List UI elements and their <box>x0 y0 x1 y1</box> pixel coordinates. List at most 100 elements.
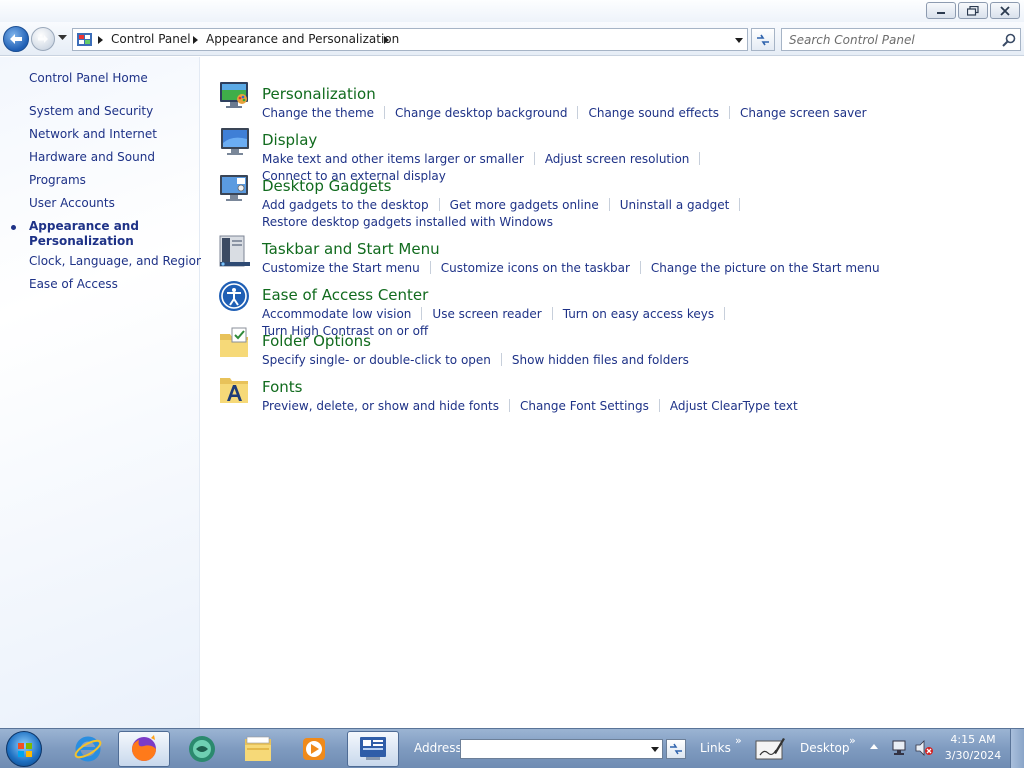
taskbar-address-go-button[interactable] <box>666 739 686 759</box>
navigation-bar: Control Panel Appearance and Personaliza… <box>0 22 1024 56</box>
show-hidden-files-link[interactable]: Show hidden files and folders <box>512 353 689 367</box>
address-bar[interactable]: Control Panel Appearance and Personaliza… <box>72 28 748 51</box>
change-desktop-background-link[interactable]: Change desktop background <box>395 106 567 120</box>
sidebar-item-programs[interactable]: Programs <box>29 173 86 187</box>
make-text-larger-link[interactable]: Make text and other items larger or smal… <box>262 152 524 166</box>
taskbar-internet-explorer[interactable] <box>62 731 114 767</box>
search-input[interactable] <box>782 29 996 50</box>
change-start-menu-picture-link[interactable]: Change the picture on the Start menu <box>651 261 880 275</box>
taskbar-control-panel[interactable] <box>347 731 399 767</box>
ease-of-access-icon[interactable] <box>218 280 252 314</box>
taskbar-media-player[interactable] <box>288 731 340 767</box>
desktop-gadgets-icon[interactable] <box>218 171 252 205</box>
change-font-settings-link[interactable]: Change Font Settings <box>520 399 649 413</box>
sidebar-item-network-internet[interactable]: Network and Internet <box>29 127 157 141</box>
restore-icon <box>967 5 979 16</box>
start-button[interactable] <box>6 731 42 767</box>
turn-on-easy-access-keys-link[interactable]: Turn on easy access keys <box>563 307 714 321</box>
sidebar-item-system-security[interactable]: System and Security <box>29 104 153 118</box>
breadcrumb-control-panel[interactable]: Control Panel <box>111 32 191 46</box>
taskbar-links-toolbar[interactable]: Links <box>700 741 731 755</box>
restore-gadgets-link[interactable]: Restore desktop gadgets installed with W… <box>262 215 553 229</box>
restore-button[interactable] <box>958 2 988 19</box>
sidebar-item-clock-language-region[interactable]: Clock, Language, and Region <box>29 254 204 268</box>
personalization-icon[interactable] <box>218 79 252 113</box>
change-sound-effects-link[interactable]: Change sound effects <box>588 106 719 120</box>
display-icon[interactable] <box>218 125 252 159</box>
customize-start-menu-link[interactable]: Customize the Start menu <box>262 261 420 275</box>
taskbar-icon[interactable] <box>218 234 252 268</box>
change-theme-link[interactable]: Change the theme <box>262 106 374 120</box>
fonts-links: Preview, delete, or show and hide fonts C… <box>262 398 882 415</box>
ease-of-access-title[interactable]: Ease of Access Center <box>262 286 428 304</box>
search-icon[interactable] <box>1002 33 1016 47</box>
taskbar-firefox[interactable] <box>118 731 170 767</box>
recent-pages-chevron-icon[interactable] <box>58 35 67 41</box>
taskbar-address-box[interactable] <box>460 739 663 759</box>
breadcrumb-separator-icon[interactable] <box>384 36 389 44</box>
adjust-cleartype-link[interactable]: Adjust ClearType text <box>670 399 798 413</box>
refresh-icon <box>757 34 769 45</box>
customize-taskbar-icons-link[interactable]: Customize icons on the taskbar <box>441 261 630 275</box>
change-screen-saver-link[interactable]: Change screen saver <box>740 106 867 120</box>
get-more-gadgets-link[interactable]: Get more gadgets online <box>450 198 599 212</box>
fonts-title[interactable]: Fonts <box>262 378 302 396</box>
address-dropdown-icon[interactable] <box>735 38 743 43</box>
forward-button[interactable] <box>31 27 55 51</box>
breadcrumb-appearance-personalization[interactable]: Appearance and Personalization <box>206 32 399 46</box>
desktop-gadgets-title[interactable]: Desktop Gadgets <box>262 177 391 195</box>
add-gadgets-link[interactable]: Add gadgets to the desktop <box>262 198 429 212</box>
back-button[interactable] <box>3 26 29 52</box>
sidebar-item-user-accounts[interactable]: User Accounts <box>29 196 115 210</box>
taskbar-address-input[interactable] <box>461 740 647 758</box>
links-chevron-icon[interactable]: » <box>735 734 742 747</box>
taskbar: Address Links » Desktop » 4:15 AM 3/30/2… <box>0 728 1024 768</box>
uninstall-gadget-link[interactable]: Uninstall a gadget <box>620 198 730 212</box>
desktop-chevron-icon[interactable]: » <box>849 734 856 747</box>
taskbar-address-dropdown-icon[interactable] <box>651 747 659 752</box>
personalization-title[interactable]: Personalization <box>262 85 376 103</box>
breadcrumb-separator-icon[interactable] <box>193 36 198 44</box>
link-separator <box>658 399 660 412</box>
adjust-screen-resolution-link[interactable]: Adjust screen resolution <box>545 152 690 166</box>
window-titlebar <box>0 0 1024 22</box>
link-separator <box>699 152 701 165</box>
sidebar-item-ease-of-access[interactable]: Ease of Access <box>29 277 118 291</box>
control-panel-icon <box>77 33 92 46</box>
single-double-click-link[interactable]: Specify single- or double-click to open <box>262 353 491 367</box>
messenger-icon <box>189 736 215 762</box>
taskbar-address-label: Address <box>414 741 462 755</box>
folder-options-icon[interactable] <box>218 326 252 360</box>
taskbar-messenger[interactable] <box>176 731 228 767</box>
link-separator <box>577 106 579 119</box>
taskbar-start-menu-title[interactable]: Taskbar and Start Menu <box>262 240 440 258</box>
main-content: Personalization Change the theme Change d… <box>201 57 1024 728</box>
search-box[interactable] <box>781 28 1021 51</box>
control-panel-home-link[interactable]: Control Panel Home <box>29 71 148 85</box>
network-icon[interactable] <box>891 740 907 756</box>
close-button[interactable] <box>990 2 1020 19</box>
use-screen-reader-link[interactable]: Use screen reader <box>432 307 541 321</box>
display-title[interactable]: Display <box>262 131 317 149</box>
clock-time[interactable]: 4:15 AM <box>944 733 1002 746</box>
folder-options-links: Specify single- or double-click to open S… <box>262 352 882 369</box>
taskbar-desktop-toolbar[interactable]: Desktop <box>800 741 850 755</box>
taskbar-tablet-input[interactable] <box>752 731 788 767</box>
folder-options-title[interactable]: Folder Options <box>262 332 371 350</box>
minimize-button[interactable] <box>926 2 956 19</box>
personalization-links: Change the theme Change desktop backgroun… <box>262 105 882 122</box>
show-hidden-icons-icon[interactable] <box>870 744 878 749</box>
refresh-button[interactable] <box>751 28 775 51</box>
link-separator <box>500 353 502 366</box>
fonts-icon[interactable] <box>218 372 252 406</box>
volume-muted-icon[interactable] <box>914 740 934 756</box>
sidebar-item-hardware-sound[interactable]: Hardware and Sound <box>29 150 155 164</box>
preview-fonts-link[interactable]: Preview, delete, or show and hide fonts <box>262 399 499 413</box>
accommodate-low-vision-link[interactable]: Accommodate low vision <box>262 307 411 321</box>
breadcrumb-separator-icon[interactable] <box>98 36 103 44</box>
show-desktop-button[interactable] <box>1010 729 1024 768</box>
clock-date[interactable]: 3/30/2024 <box>944 749 1002 762</box>
firefox-icon <box>132 735 156 761</box>
taskbar-file-explorer[interactable] <box>232 731 284 767</box>
refresh-icon <box>670 743 682 755</box>
